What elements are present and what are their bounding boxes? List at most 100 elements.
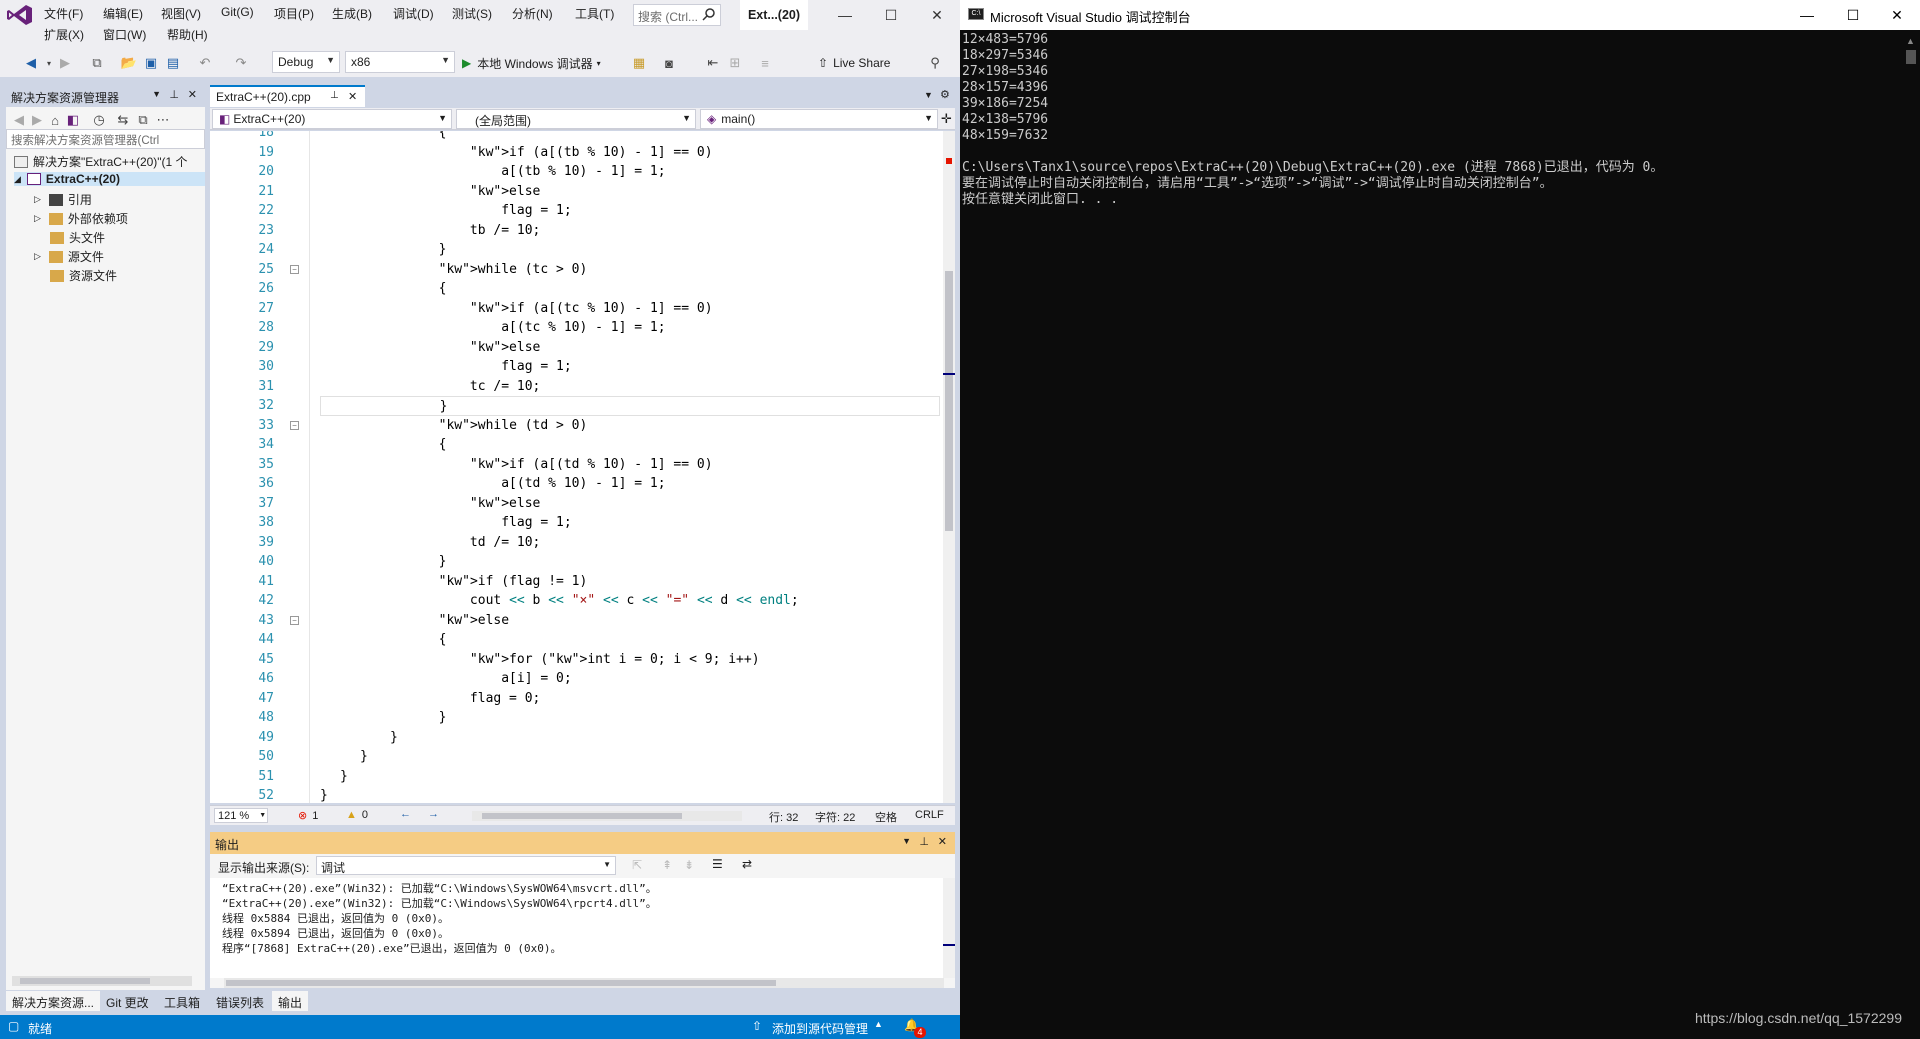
menu-help[interactable]: 帮助(H) [167, 26, 208, 43]
redo-icon[interactable]: ↷ [232, 53, 250, 73]
new-project-icon[interactable]: ⧉ [88, 53, 106, 73]
pin-icon[interactable]: ⊥ [169, 88, 179, 101]
menu-edit[interactable]: 编辑(E) [103, 5, 143, 22]
horizontal-scrollbar[interactable] [12, 976, 192, 986]
config-select[interactable]: Debug ▼ [272, 51, 340, 73]
menu-window[interactable]: 窗口(W) [103, 26, 146, 43]
switch-view-icon[interactable]: ◧ [66, 110, 80, 130]
output-vertical-scrollbar[interactable] [943, 878, 955, 978]
tab-git-changes[interactable]: Git 更改 [100, 991, 155, 1011]
console-maximize-button[interactable]: ☐ [1830, 0, 1876, 30]
indent-mode[interactable]: 空格 [875, 809, 897, 825]
tree-item-external-deps[interactable]: ▷ 外部依赖项 [34, 210, 128, 227]
start-debugger-button[interactable]: ▶ 本地 Windows 调试器 ▾ [462, 53, 622, 73]
save-all-icon[interactable]: ▤ [164, 53, 182, 73]
platform-select[interactable]: x86 ▼ [345, 51, 455, 73]
code-editor[interactable]: 18 19 20 21 22 23 24 25 26 27 28 29 30 31 32 33 34 35 36 37… [210, 131, 955, 803]
console-minimize-button[interactable]: — [1784, 0, 1830, 30]
scope-select[interactable]: (全局范围) ▼ [456, 109, 696, 129]
browse-icon[interactable]: ▦ [630, 53, 648, 73]
menu-tools[interactable]: 工具(T) [575, 5, 614, 22]
save-icon[interactable]: ▣ [142, 53, 160, 73]
home-icon[interactable]: ⌂ [48, 110, 62, 130]
gear-icon[interactable]: ⚙ [940, 88, 950, 101]
chevron-down-icon[interactable]: ▼ [902, 836, 911, 846]
forward-icon[interactable]: ▶ [30, 110, 44, 130]
menu-build[interactable]: 生成(B) [332, 5, 372, 22]
close-button[interactable]: ✕ [914, 0, 960, 30]
menu-git[interactable]: Git(G) [221, 5, 254, 19]
split-icon[interactable]: ✛ [941, 111, 952, 127]
menu-debug[interactable]: 调试(D) [393, 5, 434, 22]
output-horizontal-scrollbar[interactable] [224, 978, 944, 988]
output-source-select[interactable]: 调试 ▼ [316, 856, 616, 875]
chevron-up-icon[interactable]: ▲ [874, 1019, 883, 1029]
tab-output[interactable]: 输出 [272, 991, 309, 1011]
prev-message-icon[interactable]: ⇞ [662, 858, 672, 872]
close-icon[interactable]: ✕ [188, 88, 197, 101]
project-select[interactable]: ◧ ExtraC++(20) ▼ [212, 109, 452, 129]
tree-item-references[interactable]: ▷ 引用 [34, 191, 92, 208]
feedback-icon[interactable]: ⚲ [926, 53, 944, 73]
tree-item-solution[interactable]: 解决方案"ExtraC++(20)"(1 个 [14, 153, 188, 170]
menu-extensions[interactable]: 扩展(X) [44, 26, 84, 43]
tab-solution-explorer[interactable]: 解决方案资源... [6, 991, 101, 1011]
tree-item-sources[interactable]: ▷ 源文件 [34, 248, 104, 265]
output-text[interactable]: “ExtraC++(20).exe”(Win32): 已加载“C:\Window… [210, 878, 943, 978]
pin-icon[interactable]: ⊥ [919, 835, 929, 848]
collapse-region-icon[interactable]: − [290, 420, 299, 430]
solution-search-input[interactable]: 搜索解决方案资源管理器(Ctrl [6, 129, 205, 149]
back-icon[interactable]: ◀ [22, 53, 40, 73]
menu-view[interactable]: 视图(V) [161, 5, 201, 22]
word-wrap-icon[interactable]: ⇄ [742, 857, 752, 871]
scrollbar-thumb[interactable] [482, 813, 682, 819]
close-icon[interactable]: ✕ [348, 90, 357, 103]
collapse-icon[interactable]: ⧉ [136, 110, 150, 130]
menu-file[interactable]: 文件(F) [44, 5, 83, 22]
find-in-output-icon[interactable]: ⇱ [632, 858, 642, 872]
scrollbar-thumb[interactable] [945, 271, 953, 531]
back-dropdown-icon[interactable]: ▾ [44, 53, 54, 73]
screenshot-icon[interactable]: ◙ [660, 53, 678, 73]
collapse-region-icon[interactable]: − [290, 615, 299, 625]
horizontal-scrollbar[interactable] [472, 811, 742, 821]
arrow-right-icon[interactable]: → [428, 808, 439, 820]
scrollbar-thumb[interactable] [1906, 50, 1916, 64]
collapse-region-icon[interactable]: − [290, 264, 299, 274]
scroll-up-icon[interactable]: ▲ [1906, 36, 1915, 46]
line-ending[interactable]: CRLF [915, 809, 944, 821]
add-to-source-control[interactable]: 添加到源代码管理 [772, 1020, 868, 1037]
live-share-button[interactable]: ⇧ Live Share [818, 53, 918, 73]
chevron-down-icon[interactable]: ▼ [924, 90, 933, 100]
console-close-button[interactable]: ✕ [1874, 0, 1920, 30]
minimize-button[interactable]: — [822, 0, 868, 30]
menu-test[interactable]: 测试(S) [452, 5, 492, 22]
arrow-left-icon[interactable]: ← [400, 808, 411, 820]
tree-item-headers[interactable]: 头文件 [50, 229, 105, 246]
bookmark-icon[interactable]: ⊞ [726, 53, 744, 73]
error-count[interactable]: ⊗ 1 [298, 809, 318, 823]
undo-icon[interactable]: ↶ [196, 53, 214, 73]
clear-all-icon[interactable]: ☰ [712, 857, 723, 871]
tab-toolbox[interactable]: 工具箱 [158, 991, 206, 1011]
menu-analyze[interactable]: 分析(N) [512, 5, 553, 22]
sync-icon[interactable]: ⇆ [116, 110, 130, 130]
history-icon[interactable]: ◷ [92, 110, 106, 130]
close-icon[interactable]: ✕ [938, 835, 947, 848]
open-folder-icon[interactable]: 📂 [120, 53, 138, 73]
tab-error-list[interactable]: 错误列表 [210, 991, 270, 1011]
function-select[interactable]: ◈ main() ▼ [700, 109, 938, 129]
zoom-select[interactable]: 121 % ▼ [214, 808, 268, 823]
editor-tab[interactable]: ExtraC++(20).cpp ⊥ ✕ [210, 85, 365, 107]
step-icon[interactable]: ⇤ [704, 53, 722, 73]
console-output[interactable]: 12×483=5796 18×297=5346 27×198=5346 28×1… [960, 30, 1902, 1039]
pin-icon[interactable]: ⊥ [330, 90, 339, 101]
chevron-down-icon[interactable]: ▼ [152, 89, 161, 99]
vertical-scrollbar[interactable] [943, 131, 955, 803]
next-message-icon[interactable]: ⇟ [684, 858, 694, 872]
scrollbar-thumb[interactable] [20, 978, 150, 984]
console-scrollbar[interactable]: ▲ [1902, 30, 1920, 1039]
back-icon[interactable]: ◀ [12, 110, 26, 130]
tree-item-project[interactable]: ◢ ExtraC++(20) [14, 172, 205, 186]
forward-icon[interactable]: ▶ [56, 53, 74, 73]
